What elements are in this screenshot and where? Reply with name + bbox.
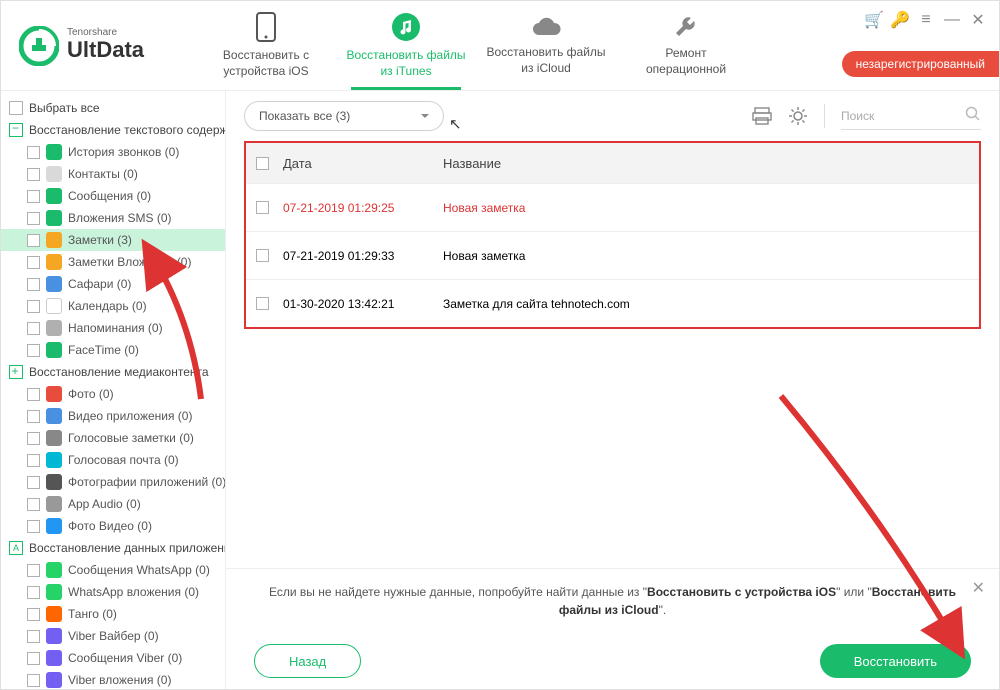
sidebar-item-0-8[interactable]: Напоминания (0): [1, 317, 225, 339]
sidebar-item-2-2[interactable]: Танго (0): [1, 603, 225, 625]
itunes-icon: [391, 12, 421, 42]
table-row[interactable]: 07-21-2019 01:29:25Новая заметка: [246, 183, 979, 231]
close-icon[interactable]: ✕: [969, 11, 987, 29]
phone-icon: [255, 12, 277, 42]
filter-dropdown[interactable]: Показать все (3): [244, 101, 444, 131]
toolbar: Показать все (3) Поиск: [226, 91, 999, 141]
table-row[interactable]: 07-21-2019 01:29:33Новая заметка: [246, 231, 979, 279]
table-row[interactable]: 01-30-2020 13:42:21Заметка для сайта teh…: [246, 279, 979, 327]
sidebar-item-2-3[interactable]: Viber Вайбер (0): [1, 625, 225, 647]
sidebar-item-1-5[interactable]: App Audio (0): [1, 493, 225, 515]
row-checkbox[interactable]: [256, 297, 269, 310]
logo-icon: [19, 26, 59, 66]
window-controls: 🛒 🔑 ≡ — ✕: [865, 11, 987, 29]
sidebar-item-0-7[interactable]: Календарь (0): [1, 295, 225, 317]
sidebar-item-1-0[interactable]: Фото (0): [1, 383, 225, 405]
row-checkbox[interactable]: [256, 249, 269, 262]
sidebar-item-1-3[interactable]: Голосовая почта (0): [1, 449, 225, 471]
key-icon[interactable]: 🔑: [891, 11, 909, 29]
menu-icon[interactable]: ≡: [917, 11, 935, 29]
footer: Назад Восстановить: [226, 633, 999, 689]
sidebar-item-0-0[interactable]: История звонков (0): [1, 141, 225, 163]
sidebar-item-1-1[interactable]: Видео приложения (0): [1, 405, 225, 427]
sidebar-item-0-4[interactable]: Заметки (3): [1, 229, 225, 251]
unregistered-banner: незарегистрированный: [842, 51, 999, 77]
cloud-icon: [529, 15, 563, 39]
minimize-icon[interactable]: —: [943, 11, 961, 29]
col-title: Название: [443, 156, 501, 171]
main: Выбрать всеВосстановление текстового сод…: [1, 91, 999, 689]
sidebar-item-0-6[interactable]: Сафари (0): [1, 273, 225, 295]
search-input[interactable]: Поиск: [841, 102, 981, 130]
sidebar-item-2-0[interactable]: Сообщения WhatsApp (0): [1, 559, 225, 581]
sidebar-group-1[interactable]: Восстановление медиаконтента: [1, 361, 225, 383]
sidebar-item-0-3[interactable]: Вложения SMS (0): [1, 207, 225, 229]
back-button[interactable]: Назад: [254, 644, 361, 678]
tabs: Восстановить сустройства iOS Восстановит…: [196, 1, 756, 90]
tab-itunes[interactable]: Восстановить файлыиз iTunes: [336, 1, 476, 90]
row-checkbox[interactable]: [256, 201, 269, 214]
sidebar[interactable]: Выбрать всеВосстановление текстового сод…: [1, 91, 226, 689]
header: Tenorshare UltData Восстановить сустройс…: [1, 1, 999, 91]
search-icon: [965, 106, 981, 125]
sidebar-item-0-5[interactable]: Заметки Вложения (0): [1, 251, 225, 273]
sidebar-item-0-1[interactable]: Контакты (0): [1, 163, 225, 185]
sidebar-item-1-2[interactable]: Голосовые заметки (0): [1, 427, 225, 449]
hint-bar: ✕ Если вы не найдете нужные данные, попр…: [226, 568, 999, 633]
sidebar-item-2-1[interactable]: WhatsApp вложения (0): [1, 581, 225, 603]
table-header: Дата Название: [246, 143, 979, 183]
tab-repair[interactable]: Ремонтоперационной: [616, 1, 756, 90]
tab-device[interactable]: Восстановить сустройства iOS: [196, 1, 336, 90]
product-label: UltData: [67, 38, 144, 62]
sidebar-item-2-5[interactable]: Viber вложения (0): [1, 669, 225, 689]
col-date: Дата: [283, 156, 443, 171]
sidebar-item-2-4[interactable]: Сообщения Viber (0): [1, 647, 225, 669]
hint-close-icon[interactable]: ✕: [972, 577, 985, 601]
select-all-checkbox[interactable]: [256, 157, 269, 170]
logo: Tenorshare UltData: [1, 26, 156, 66]
sidebar-select-all[interactable]: Выбрать все: [1, 97, 225, 119]
sidebar-group-0[interactable]: Восстановление текстового содержи: [1, 119, 225, 141]
gear-icon[interactable]: [788, 106, 808, 126]
content: Показать все (3) Поиск Дата Название 07-…: [226, 91, 999, 689]
recover-button[interactable]: Восстановить: [820, 644, 971, 678]
sidebar-item-1-6[interactable]: Фото Видео (0): [1, 515, 225, 537]
print-icon[interactable]: [752, 107, 772, 125]
sidebar-item-1-4[interactable]: Фотографии приложений (0): [1, 471, 225, 493]
sidebar-item-0-2[interactable]: Сообщения (0): [1, 185, 225, 207]
cart-icon[interactable]: 🛒: [865, 11, 883, 29]
sidebar-item-0-9[interactable]: FaceTime (0): [1, 339, 225, 361]
notes-table: Дата Название 07-21-2019 01:29:25Новая з…: [244, 141, 981, 329]
sidebar-group-2[interactable]: AВосстановление данных приложений: [1, 537, 225, 559]
tab-icloud[interactable]: Восстановить файлыиз iCloud: [476, 1, 616, 90]
wrench-icon: [673, 14, 699, 40]
